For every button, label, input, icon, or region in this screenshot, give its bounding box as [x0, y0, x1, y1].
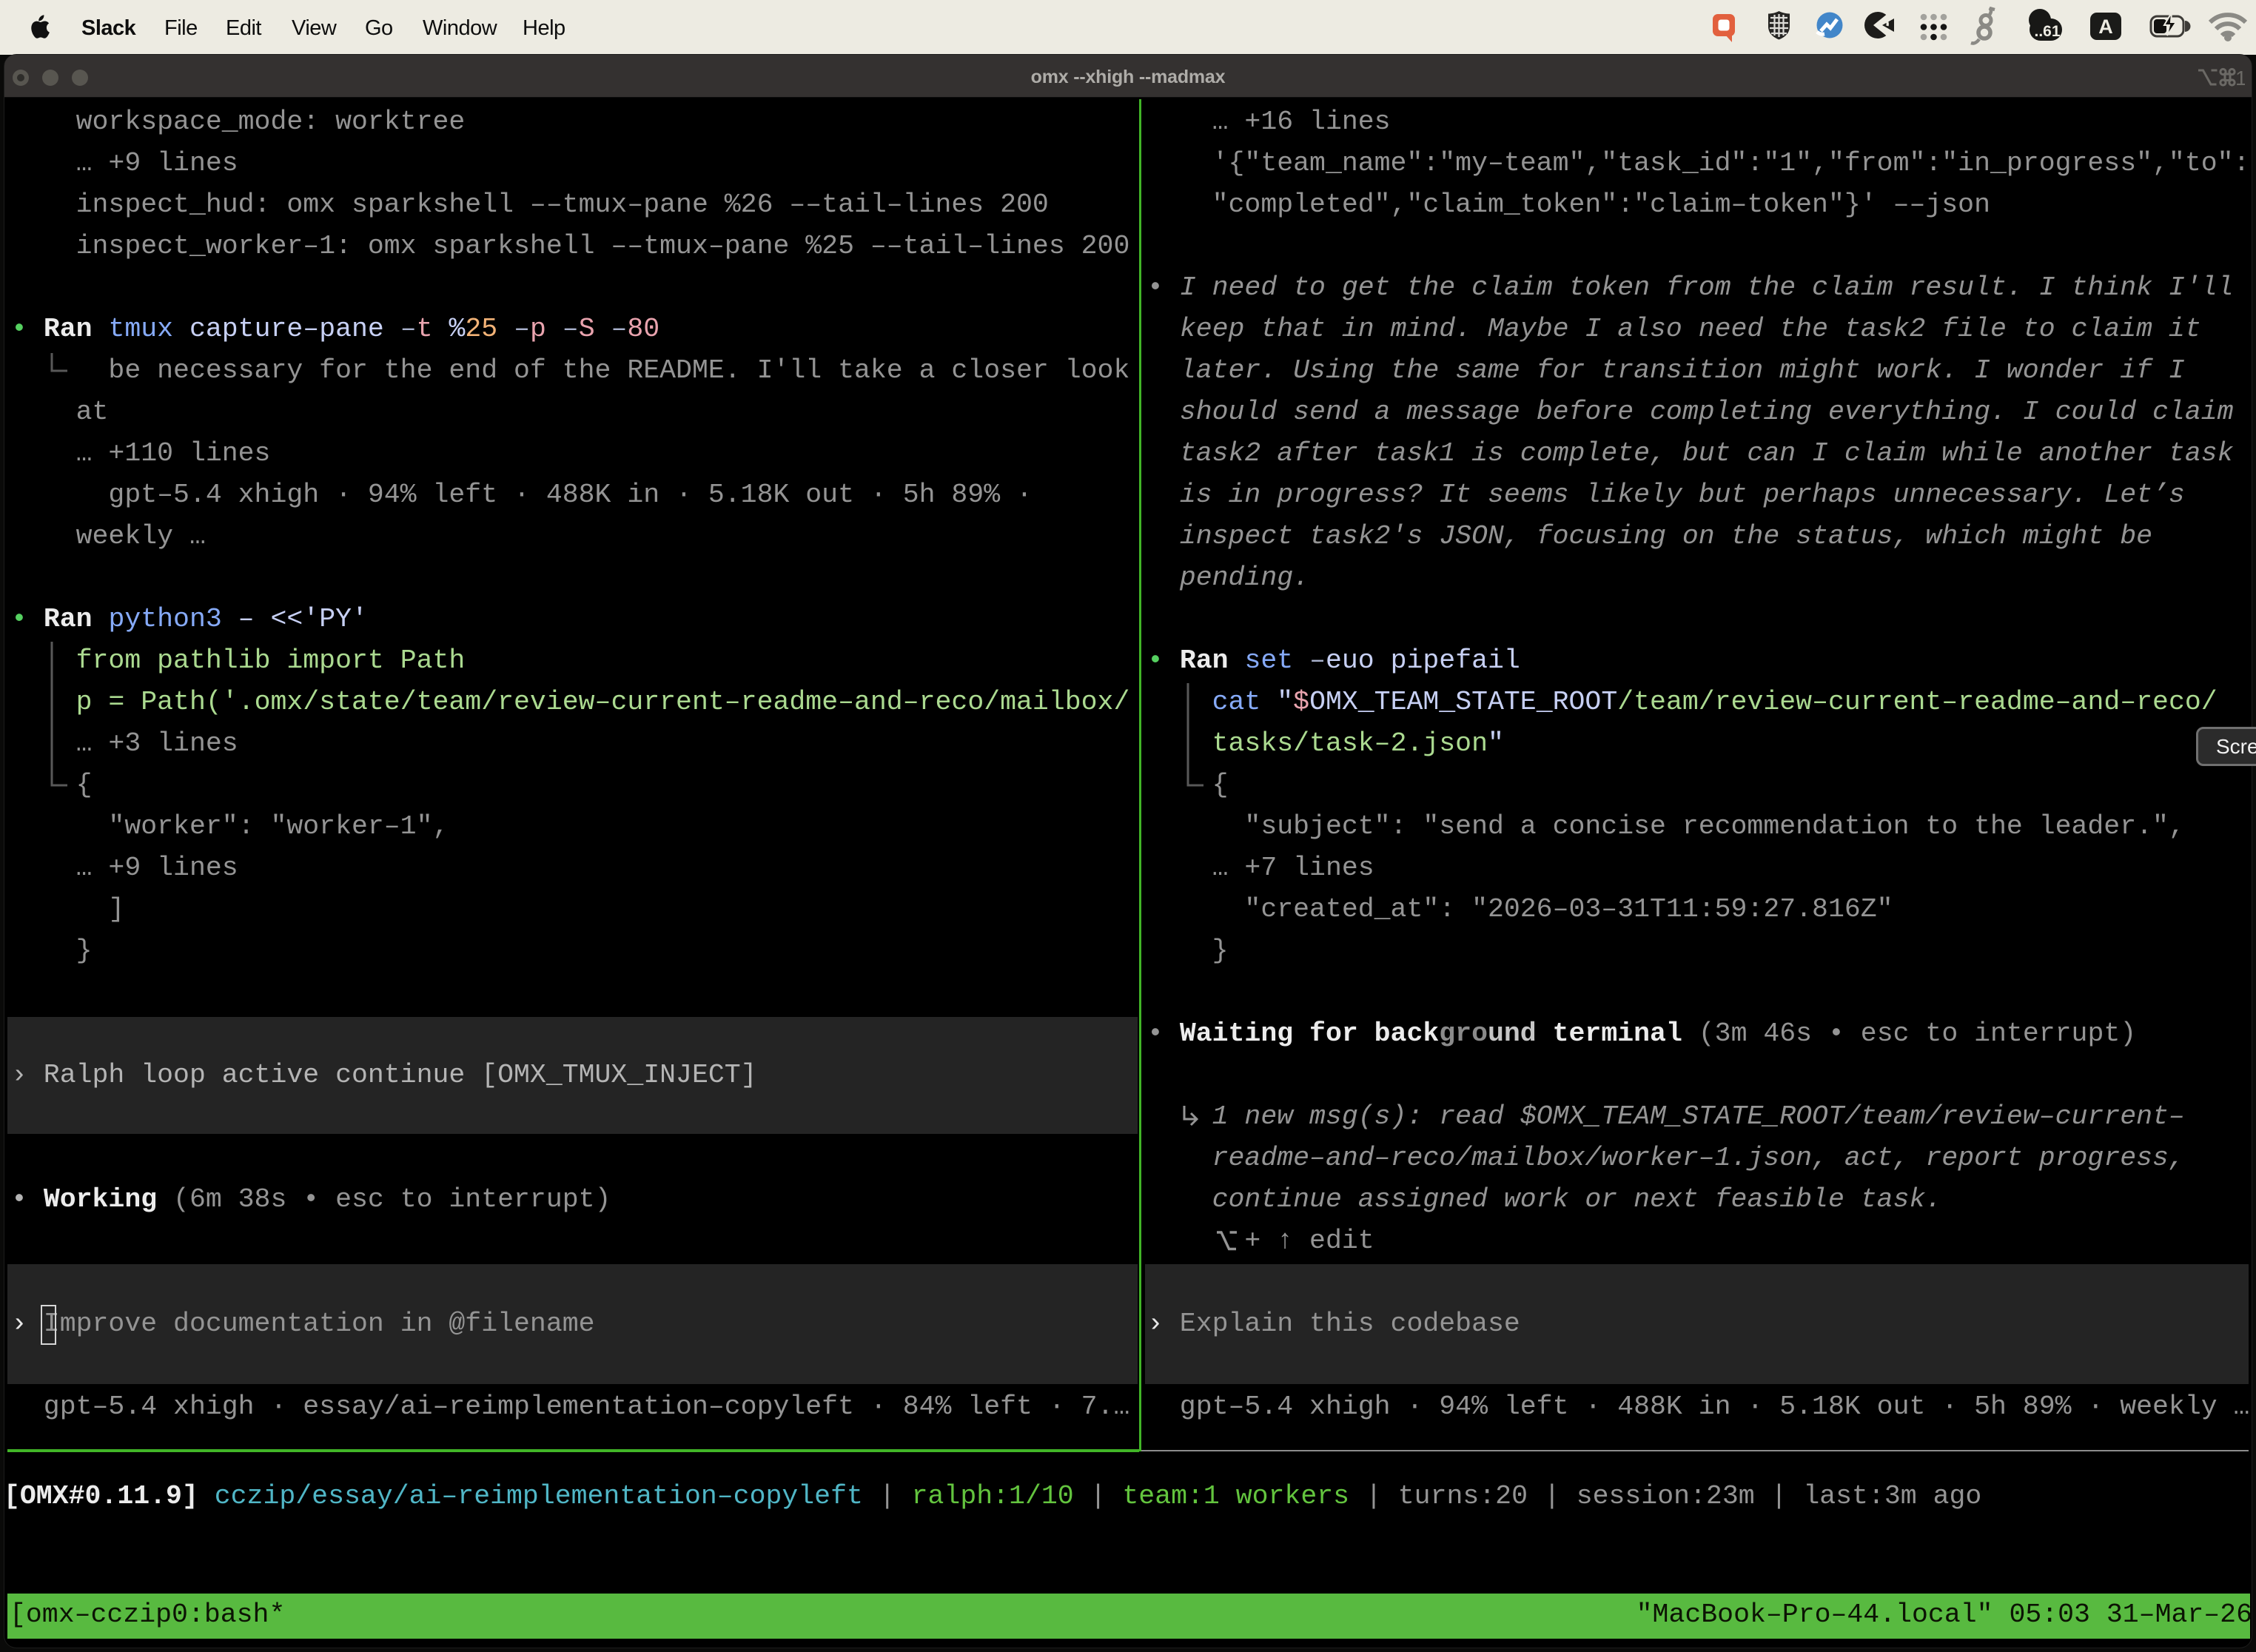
svg-text:..61: ..61: [2034, 23, 2060, 40]
svg-text:A: A: [2098, 16, 2113, 38]
